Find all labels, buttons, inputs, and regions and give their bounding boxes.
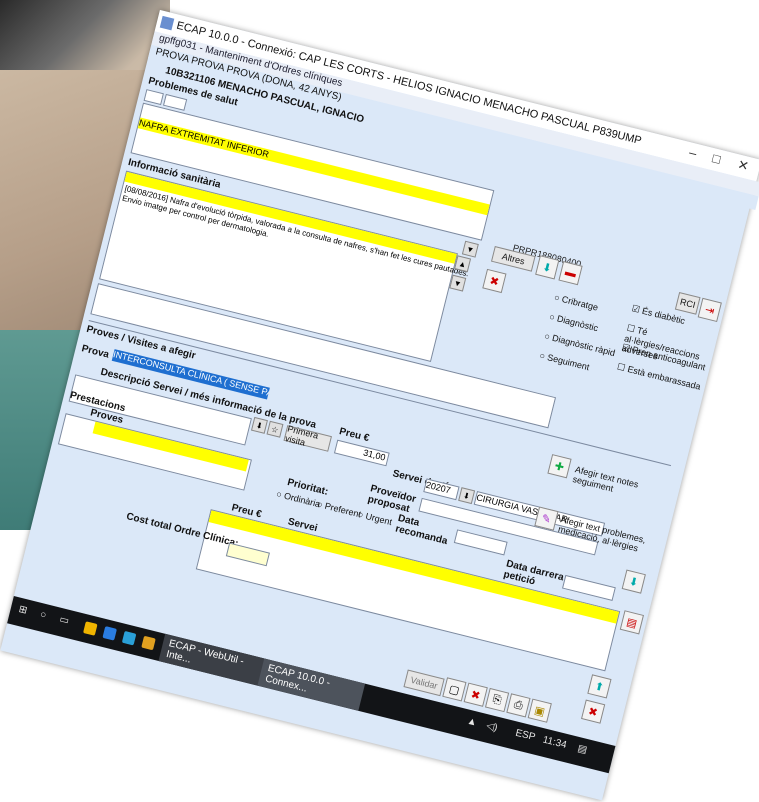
remove-icon[interactable]: ✖ (581, 699, 606, 724)
proveidor-label: Proveïdor proposat (366, 483, 418, 515)
save-icon[interactable]: ▣ (527, 698, 552, 723)
add-down-arrow-icon[interactable]: ⬇ (621, 569, 646, 594)
clock[interactable]: 11:34 (541, 734, 567, 751)
info-scroll-down-icon[interactable]: ▼ (449, 274, 467, 292)
app-icon (159, 15, 175, 31)
delete-x-icon[interactable]: ✖ (482, 268, 507, 294)
primera-visita-button[interactable]: Primera visita (283, 423, 332, 452)
preu-field[interactable]: 31,00 (333, 439, 390, 467)
language-indicator[interactable]: ESP (514, 728, 536, 744)
copy-icon[interactable]: ⎘ (484, 687, 510, 713)
browser-icon[interactable] (102, 626, 117, 641)
servei-download-icon[interactable]: ⬇ (458, 487, 476, 505)
chrome-icon[interactable] (141, 635, 156, 651)
radio-cribratge[interactable]: Cribratge (553, 292, 599, 313)
wifi-icon[interactable]: ▲ (466, 716, 478, 729)
exit-icon[interactable]: ⇥ (697, 297, 722, 323)
afegir-text-notes[interactable]: Afegir text notes seguiment (572, 464, 664, 505)
windows-start-icon[interactable]: ⊞ (18, 604, 29, 617)
radio-diagnostic[interactable]: Diagnòstic (548, 311, 599, 333)
file-explorer-icon[interactable] (83, 621, 98, 636)
star-icon[interactable]: ☆ (266, 420, 284, 438)
prioritat-preferent[interactable]: Preferent (316, 499, 362, 520)
desc-download-icon[interactable]: ⬇ (250, 416, 268, 434)
app-icon-blue[interactable] (121, 630, 137, 646)
download-arrow-icon[interactable]: ⬇ (535, 255, 560, 280)
taskbar-app-ecap[interactable]: ECAP 10.0.0 - Connex... (257, 658, 366, 711)
document-icon[interactable]: ▢ (442, 677, 467, 702)
print-icon[interactable]: ⎙ (506, 693, 531, 718)
data-darrera-field[interactable] (562, 574, 616, 602)
eraser-icon[interactable]: ▬ (558, 261, 583, 286)
validar-button[interactable]: Validar (403, 669, 445, 697)
cancel-x-icon[interactable]: ✖ (463, 682, 488, 707)
notes-shield-icon[interactable]: ✚ (547, 454, 572, 479)
prova-label: Prova (80, 343, 111, 361)
search-icon[interactable]: ○ (39, 609, 48, 621)
info-dropdown-icon[interactable]: ▼ (461, 240, 479, 258)
taskbar-app-webutil[interactable]: ECAP - WebUtil - Inte... (158, 633, 267, 687)
task-view-icon[interactable]: ▭ (58, 614, 70, 627)
prioritat-urgent[interactable]: Urgent (357, 509, 393, 527)
rci-button[interactable]: RCI (674, 291, 701, 315)
notifications-icon[interactable]: ▤ (576, 743, 588, 756)
servei-code-field[interactable]: 20207 (423, 478, 460, 501)
radio-seguiment[interactable]: Seguiment (539, 350, 590, 372)
up-arrow-icon[interactable]: ⬆ (587, 674, 612, 699)
volume-icon[interactable]: ◁) (485, 720, 498, 733)
print-pdf-icon[interactable]: ▤ (619, 610, 644, 635)
data-recomanda-field[interactable] (453, 529, 508, 556)
